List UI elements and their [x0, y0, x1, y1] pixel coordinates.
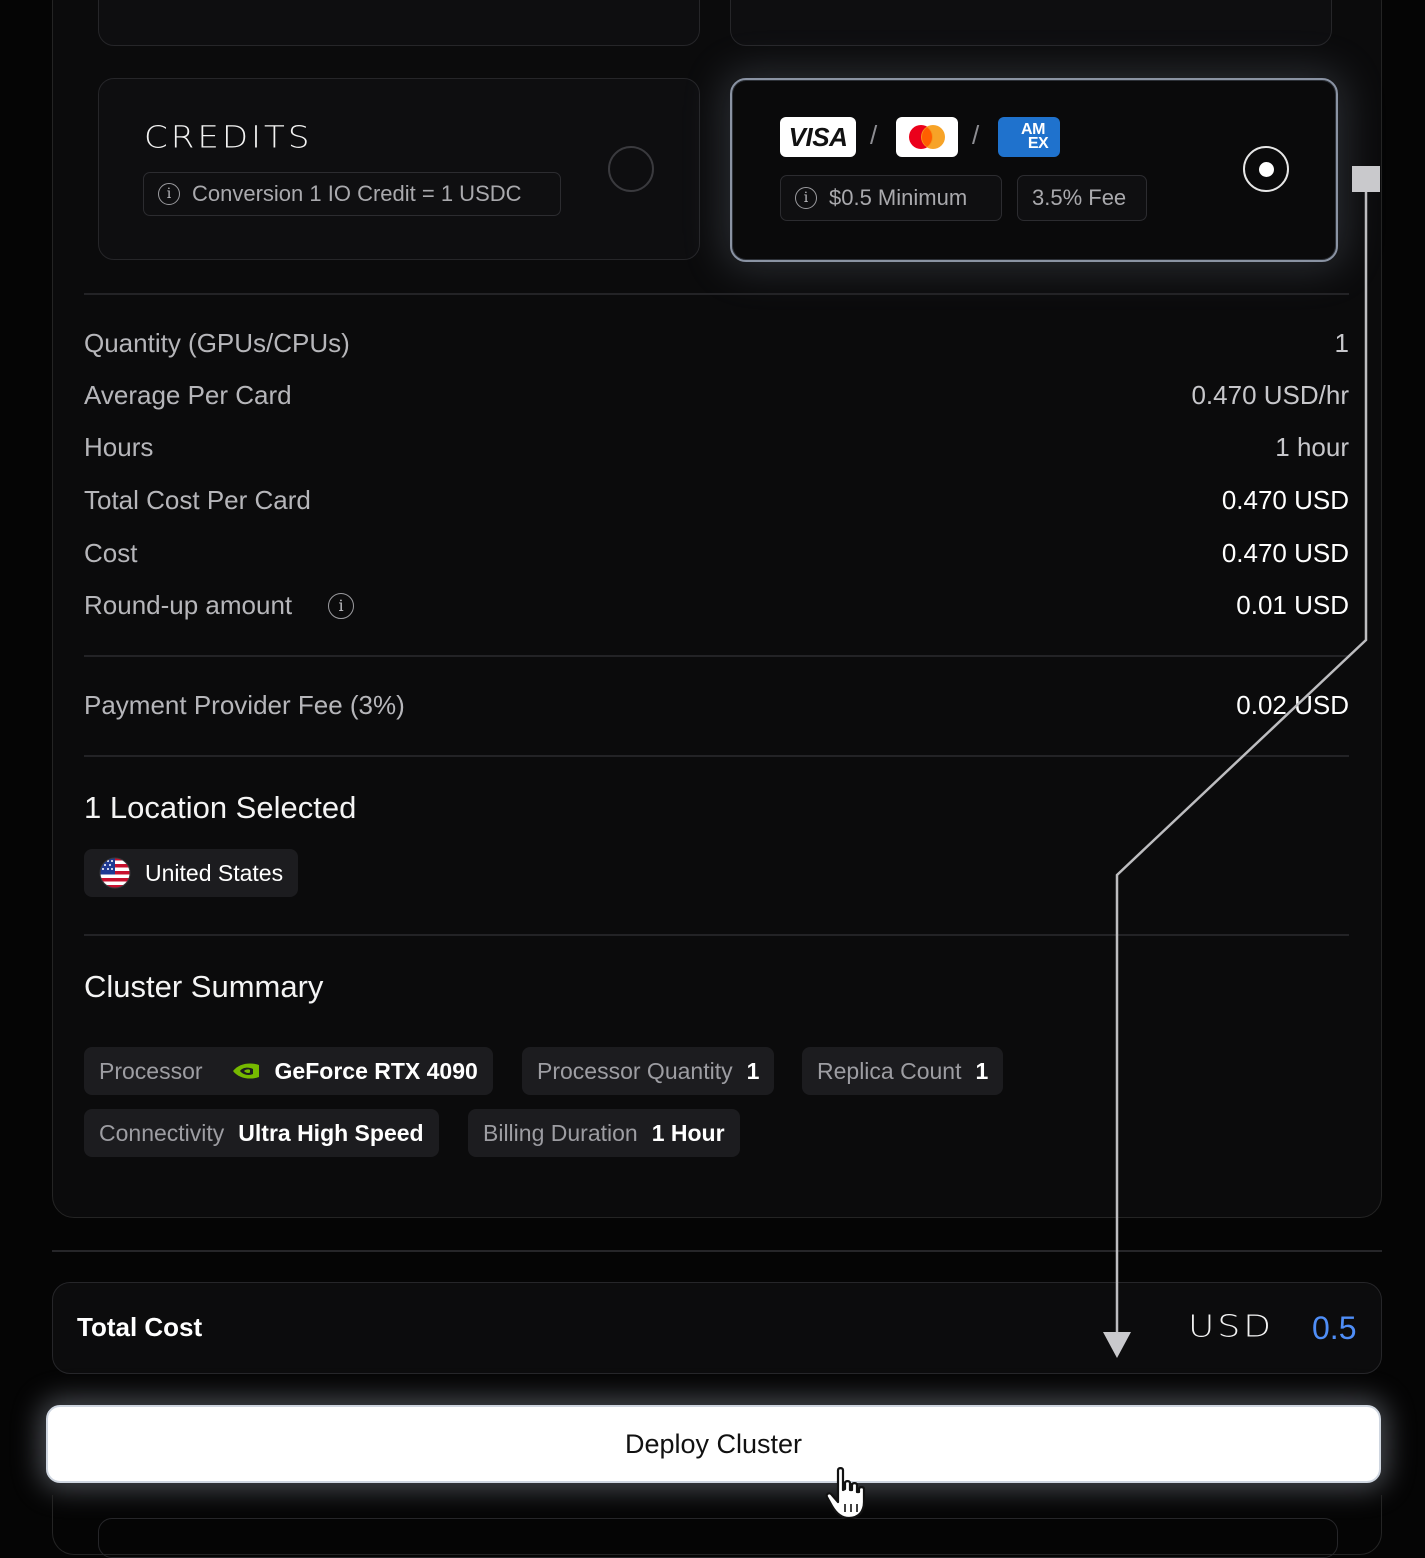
hand-cursor-icon [825, 1467, 866, 1520]
scroll-handle-marker [1352, 166, 1380, 192]
annotation-connector [1103, 166, 1380, 1358]
